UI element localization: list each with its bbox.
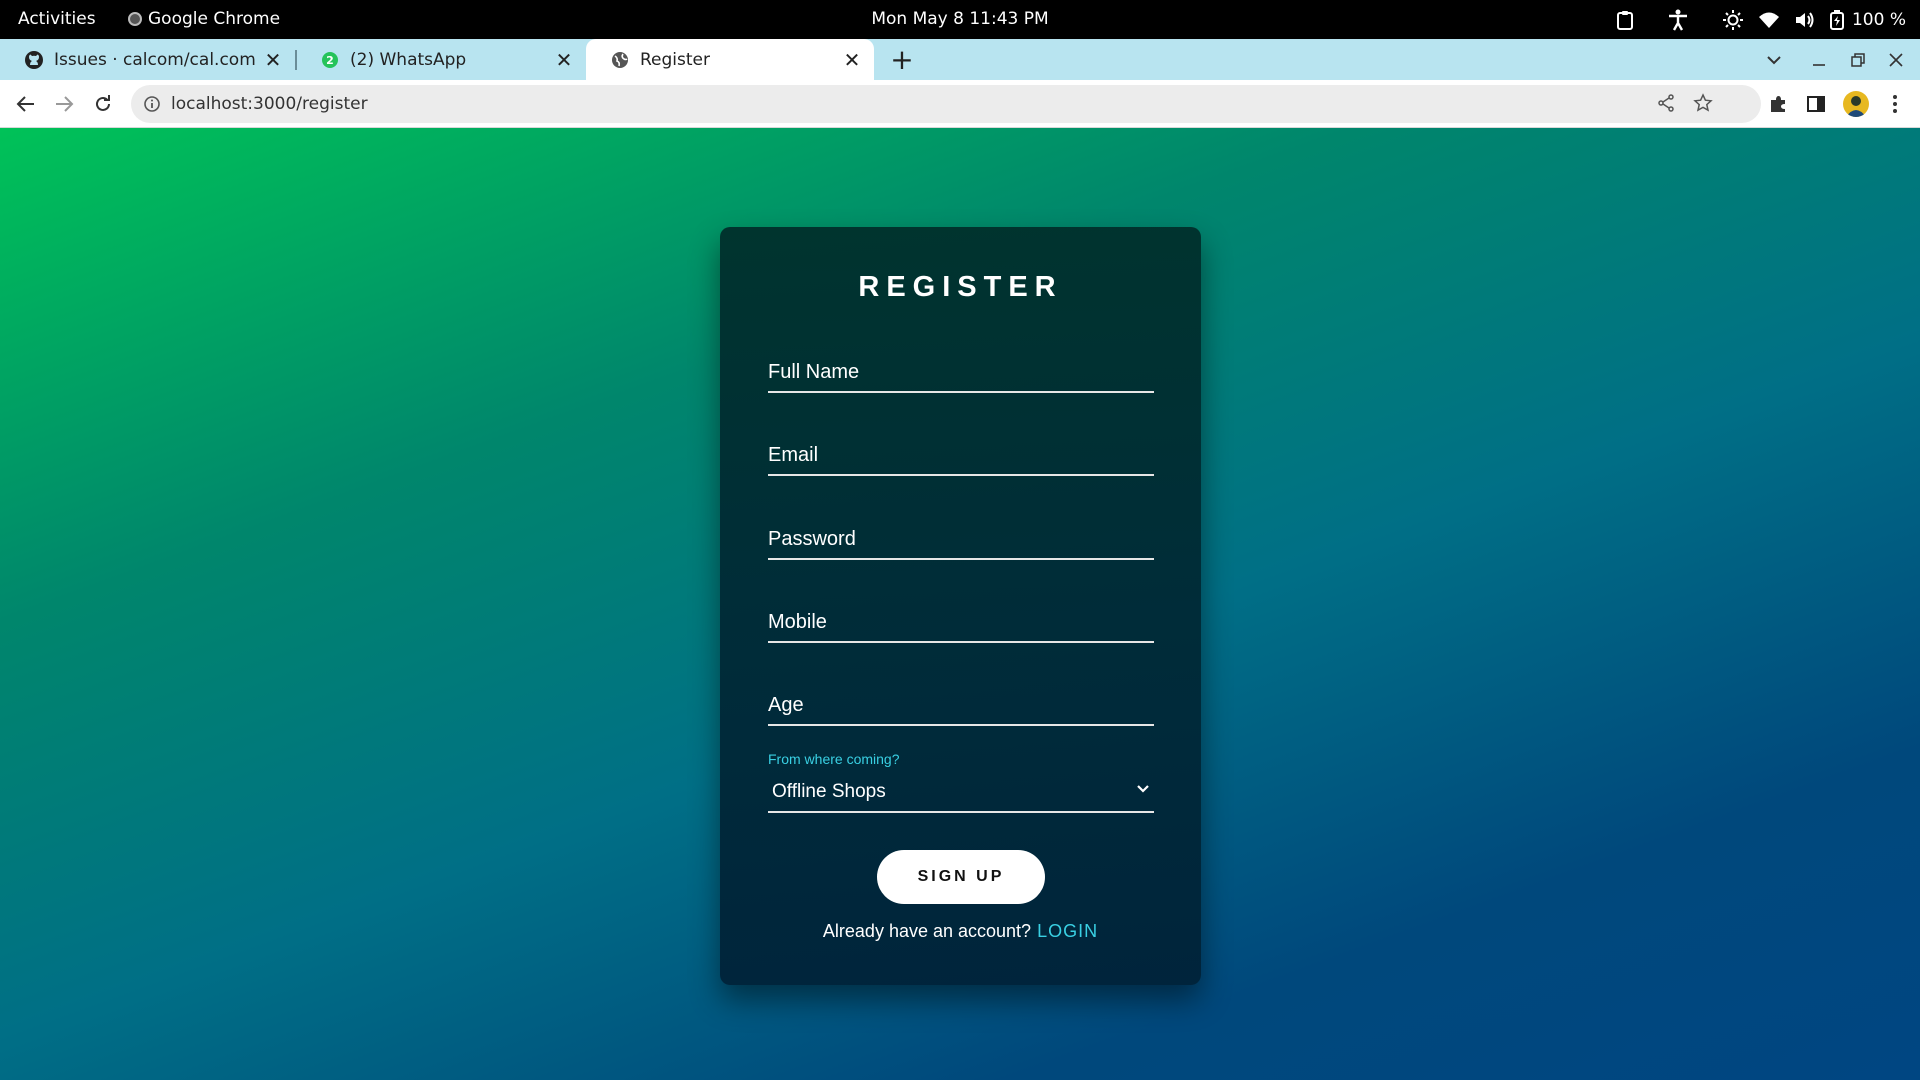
full-name-placeholder: Full Name <box>768 361 860 383</box>
password-field[interactable]: Password <box>768 520 1154 560</box>
side-panel-icon[interactable] <box>1800 88 1832 120</box>
bookmark-star-icon[interactable] <box>1693 93 1713 113</box>
tab-title: Register <box>640 49 710 70</box>
extensions-icon[interactable] <box>1762 88 1794 120</box>
wifi-icon[interactable] <box>1758 11 1780 29</box>
address-bar[interactable]: localhost:3000/register <box>131 85 1761 123</box>
register-card: REGISTER Full Name Email Password Mobile… <box>720 227 1201 985</box>
tab-title: Issues · calcom/cal.com · G <box>54 49 261 70</box>
full-name-field[interactable]: Full Name <box>768 353 1154 393</box>
brightness-icon[interactable] <box>1722 9 1744 31</box>
tab-github-issues[interactable]: Issues · calcom/cal.com · G ✕ <box>0 39 295 80</box>
chrome-icon <box>128 12 142 26</box>
password-placeholder: Password <box>768 528 856 550</box>
login-link[interactable]: LOGIN <box>1037 921 1098 941</box>
register-title: REGISTER <box>858 271 1063 303</box>
tab-register[interactable]: Register ✕ <box>586 39 874 80</box>
profile-avatar[interactable] <box>1840 88 1872 120</box>
reload-icon <box>96 95 110 111</box>
minimize-icon[interactable] <box>1801 39 1837 80</box>
source-select-label: From where coming? <box>768 751 900 767</box>
source-select-value: Offline Shops <box>772 781 886 802</box>
activities-button[interactable]: Activities <box>18 9 96 29</box>
clock[interactable]: Mon May 8 11:43 PM <box>871 9 1048 29</box>
whatsapp-icon: 2 <box>320 50 340 70</box>
share-icon[interactable] <box>1657 94 1675 112</box>
system-top-bar: Activities Google Chrome Mon May 8 11:43… <box>0 0 1920 39</box>
app-menu[interactable]: Google Chrome <box>128 9 280 29</box>
login-prompt-text: Already have an account? <box>822 921 1032 941</box>
tab-title: (2) WhatsApp <box>350 49 467 70</box>
battery-icon[interactable] <box>1829 9 1844 30</box>
tab-whatsapp[interactable]: 2 (2) WhatsApp ✕ <box>296 39 586 80</box>
forward-button[interactable] <box>48 88 80 120</box>
tab-search-icon[interactable] <box>1756 39 1792 80</box>
source-select[interactable]: Offline Shops <box>768 772 1154 813</box>
chrome-menu-icon[interactable] <box>1879 88 1911 120</box>
github-icon <box>24 50 44 70</box>
mobile-field[interactable]: Mobile <box>768 603 1154 643</box>
email-field[interactable]: Email <box>768 436 1154 476</box>
close-window-icon[interactable] <box>1878 39 1914 80</box>
close-tab-icon[interactable]: ✕ <box>840 48 864 72</box>
globe-icon <box>610 50 630 70</box>
age-field[interactable]: Age <box>768 686 1154 726</box>
volume-icon[interactable] <box>1794 11 1816 29</box>
page-background: REGISTER Full Name Email Password Mobile… <box>0 128 1920 1080</box>
back-button[interactable] <box>10 88 42 120</box>
avatar <box>1843 91 1869 117</box>
new-tab-button[interactable]: + <box>886 43 918 76</box>
accessibility-icon[interactable] <box>1666 9 1690 31</box>
close-tab-icon[interactable]: ✕ <box>261 48 285 72</box>
back-arrow-icon <box>16 96 34 112</box>
close-tab-icon[interactable]: ✕ <box>552 48 576 72</box>
sign-up-button[interactable]: SIGN UP <box>877 850 1045 904</box>
whatsapp-badge: 2 <box>326 54 334 67</box>
app-name: Google Chrome <box>148 9 281 29</box>
reload-button[interactable] <box>87 88 119 120</box>
tab-strip: Issues · calcom/cal.com · G ✕ 2 (2) What… <box>0 39 1920 80</box>
browser-toolbar: localhost:3000/register <box>0 80 1920 128</box>
info-icon[interactable] <box>143 95 161 113</box>
chevron-down-icon <box>1137 785 1149 793</box>
url-text[interactable]: localhost:3000/register <box>171 94 368 114</box>
system-tray[interactable]: 100 % <box>1616 6 1906 33</box>
clipboard-icon[interactable] <box>1616 10 1634 30</box>
age-placeholder: Age <box>768 694 804 716</box>
restore-icon[interactable] <box>1840 39 1876 80</box>
email-placeholder: Email <box>768 444 819 466</box>
mobile-placeholder: Mobile <box>768 611 827 633</box>
forward-arrow-icon <box>56 96 74 112</box>
battery-percent: 100 % <box>1851 9 1906 30</box>
login-prompt: Already have an account? LOGIN <box>720 921 1201 942</box>
